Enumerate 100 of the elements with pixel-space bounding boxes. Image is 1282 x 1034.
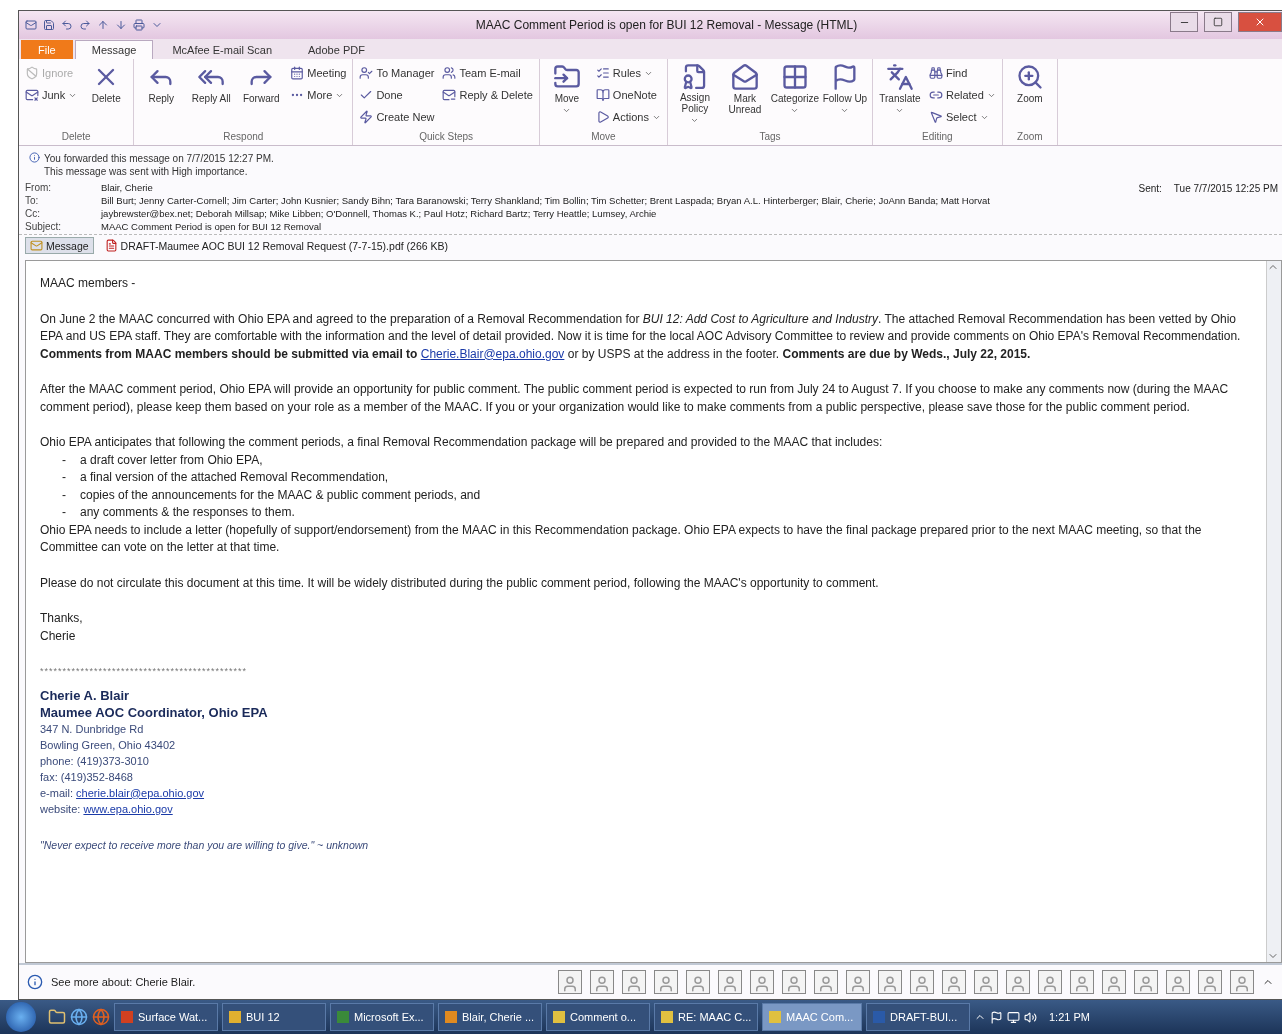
contact-avatar[interactable] xyxy=(1134,970,1158,994)
field-label: Sent: xyxy=(1138,183,1162,196)
pdf-icon xyxy=(104,239,118,252)
contact-avatar[interactable] xyxy=(878,970,902,994)
contact-avatar[interactable] xyxy=(846,970,870,994)
taskbar-button[interactable]: Surface Wat... xyxy=(114,1003,218,1031)
message-tab[interactable]: Message xyxy=(25,237,94,254)
signature-line: Bowling Green, Ohio 43402 xyxy=(40,737,177,753)
ribbon-button[interactable]: More xyxy=(288,85,349,105)
maximize-button[interactable] xyxy=(1204,12,1232,32)
contact-avatar[interactable] xyxy=(718,970,742,994)
signoff: Cherie xyxy=(40,627,77,645)
ribbon-button[interactable]: Related xyxy=(926,85,998,105)
ribbon-button[interactable]: OneNote xyxy=(593,85,663,105)
signature-line: 347 N. Dunbridge Rd xyxy=(40,721,145,737)
ribbon-button[interactable]: Zoom xyxy=(1006,61,1053,127)
find-icon xyxy=(928,66,943,80)
down-arrow-icon xyxy=(115,19,127,31)
ribbon-button[interactable]: Find xyxy=(926,63,998,83)
undo-icon xyxy=(61,19,73,31)
contact-avatar[interactable] xyxy=(1198,970,1222,994)
up-arrow-icon xyxy=(97,19,109,31)
ribbon-button[interactable]: Move xyxy=(543,61,590,127)
onenote-icon xyxy=(595,88,610,102)
ribbon-button[interactable]: Mark Unread xyxy=(721,61,768,127)
ribbon-button[interactable]: Reply xyxy=(138,61,185,127)
field-label: From: xyxy=(25,182,53,193)
contact-avatar[interactable] xyxy=(1006,970,1030,994)
contact-avatar[interactable] xyxy=(590,970,614,994)
contact-avatar[interactable] xyxy=(942,970,966,994)
ribbon-tab[interactable]: Adobe PDF xyxy=(291,40,382,59)
contact-avatar[interactable] xyxy=(782,970,806,994)
field-value: Tue 7/7/2015 12:25 PM xyxy=(1173,183,1278,196)
contact-avatar[interactable] xyxy=(974,970,998,994)
junk-icon xyxy=(25,88,39,102)
taskbar-button[interactable]: Blair, Cherie ... xyxy=(438,1003,542,1031)
zoom-icon xyxy=(1015,63,1044,91)
ribbon-button[interactable]: Reply All xyxy=(188,61,235,127)
move-icon xyxy=(552,63,581,91)
info-text: This message was sent with High importance. xyxy=(44,165,249,178)
ribbon-button[interactable]: Assign Policy xyxy=(671,61,718,127)
email-link[interactable]: Cherie.Blair@epa.ohio.gov xyxy=(420,346,565,361)
signature-line: phone: (419)373-3010 xyxy=(40,753,150,769)
ribbon-button[interactable]: Reply & Delete xyxy=(440,85,535,105)
start-button[interactable] xyxy=(6,1002,36,1032)
info-icon xyxy=(29,152,40,163)
categorize-icon xyxy=(780,63,809,91)
ribbon-button[interactable]: Forward xyxy=(238,61,285,127)
contact-avatar[interactable] xyxy=(910,970,934,994)
contact-avatar[interactable] xyxy=(814,970,838,994)
redo-icon xyxy=(79,19,91,31)
ribbon-button[interactable]: Create New xyxy=(357,107,437,127)
attachment[interactable]: DRAFT-Maumee AOC BUI 12 Removal Request (7-7-15).pdf (266 KB) xyxy=(99,237,453,254)
taskbar-button[interactable]: BUI 12 xyxy=(222,1003,326,1031)
group-label: Tags xyxy=(758,131,782,144)
ribbon-button[interactable]: Junk xyxy=(23,85,80,105)
taskbar-button[interactable]: DRAFT-BUI... xyxy=(866,1003,970,1031)
info-icon xyxy=(27,974,43,990)
contact-avatar[interactable] xyxy=(750,970,774,994)
minimize-button[interactable] xyxy=(1170,12,1198,32)
contact-avatar[interactable] xyxy=(686,970,710,994)
list-item: a final version of the attached Removal Recommendation, xyxy=(80,469,389,486)
contact-avatar[interactable] xyxy=(622,970,646,994)
ribbon-button[interactable]: Translate xyxy=(876,61,923,127)
taskbar-button[interactable]: RE: MAAC C... xyxy=(654,1003,758,1031)
signature-name: Cherie A. Blair xyxy=(40,686,131,704)
ribbon-button[interactable]: Select xyxy=(926,107,998,127)
ribbon-button[interactable]: Categorize xyxy=(771,61,818,127)
signature-line: fax: (419)352-8468 xyxy=(40,769,134,785)
body-paragraph: After the MAAC comment period, Ohio EPA will provide an opportunity for public comment. The public comment period is expected to run from July 24 to August 7. If you choose to make any comments now (during the MAAC comment period), please keep them based on your role as a member of the MAAC. If you or your organization would like to make comments from a public perspective, please save those for the public comment period. xyxy=(40,381,1230,416)
contact-avatar[interactable] xyxy=(1166,970,1190,994)
contact-avatar[interactable] xyxy=(654,970,678,994)
contact-avatar[interactable] xyxy=(1038,970,1062,994)
ribbon-button[interactable]: Rules xyxy=(593,63,663,83)
ribbon-button[interactable]: To Manager xyxy=(357,63,437,83)
ribbon-button[interactable]: Meeting xyxy=(288,63,349,83)
ribbon-button[interactable]: Team E-mail xyxy=(440,63,535,83)
bullet: - xyxy=(62,486,66,504)
contact-avatar[interactable] xyxy=(1102,970,1126,994)
contact-avatar[interactable] xyxy=(1230,970,1254,994)
ribbon-button[interactable]: Delete xyxy=(83,61,130,127)
taskbar-button[interactable]: Microsoft Ex... xyxy=(330,1003,434,1031)
scrollbar[interactable] xyxy=(1266,261,1281,962)
clock: 1:21 PM xyxy=(1049,1011,1090,1023)
print-icon xyxy=(133,19,145,31)
envelope-icon xyxy=(30,239,43,252)
translate-icon xyxy=(885,63,914,91)
contact-avatar[interactable] xyxy=(558,970,582,994)
ribbon-button[interactable]: Actions xyxy=(593,107,663,127)
contact-link[interactable]: cherie.blair@epa.ohio.gov xyxy=(76,786,205,799)
ribbon-tab[interactable]: Message xyxy=(74,40,154,59)
contact-avatar[interactable] xyxy=(1070,970,1094,994)
ribbon-button[interactable]: Done xyxy=(357,85,437,105)
ribbon-tab[interactable]: McAfee E-mail Scan xyxy=(155,40,290,59)
taskbar-button[interactable]: Comment o... xyxy=(546,1003,650,1031)
rules-icon xyxy=(595,66,610,80)
ribbon-button[interactable]: Follow Up xyxy=(821,61,868,127)
select-icon xyxy=(928,110,943,124)
network-icon xyxy=(1007,1010,1020,1024)
contact-link[interactable]: www.epa.ohio.gov xyxy=(83,802,173,815)
